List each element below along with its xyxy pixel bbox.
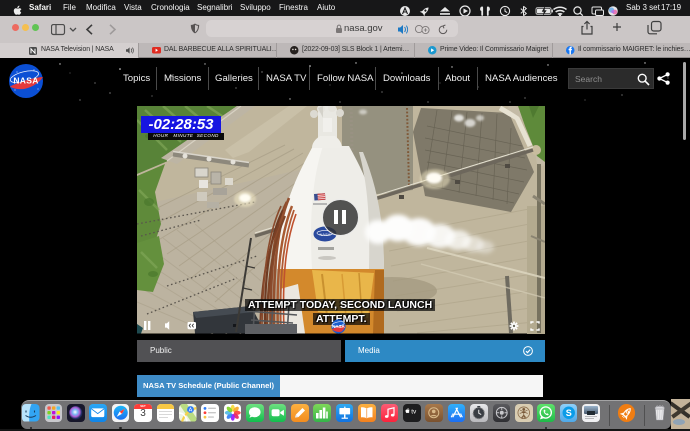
svg-text:tv: tv [411,409,417,416]
svg-text:A: A [189,408,193,414]
svg-text:NASA: NASA [13,76,38,86]
svg-text:S: S [566,408,572,418]
svg-text:NASA: NASA [332,324,345,329]
